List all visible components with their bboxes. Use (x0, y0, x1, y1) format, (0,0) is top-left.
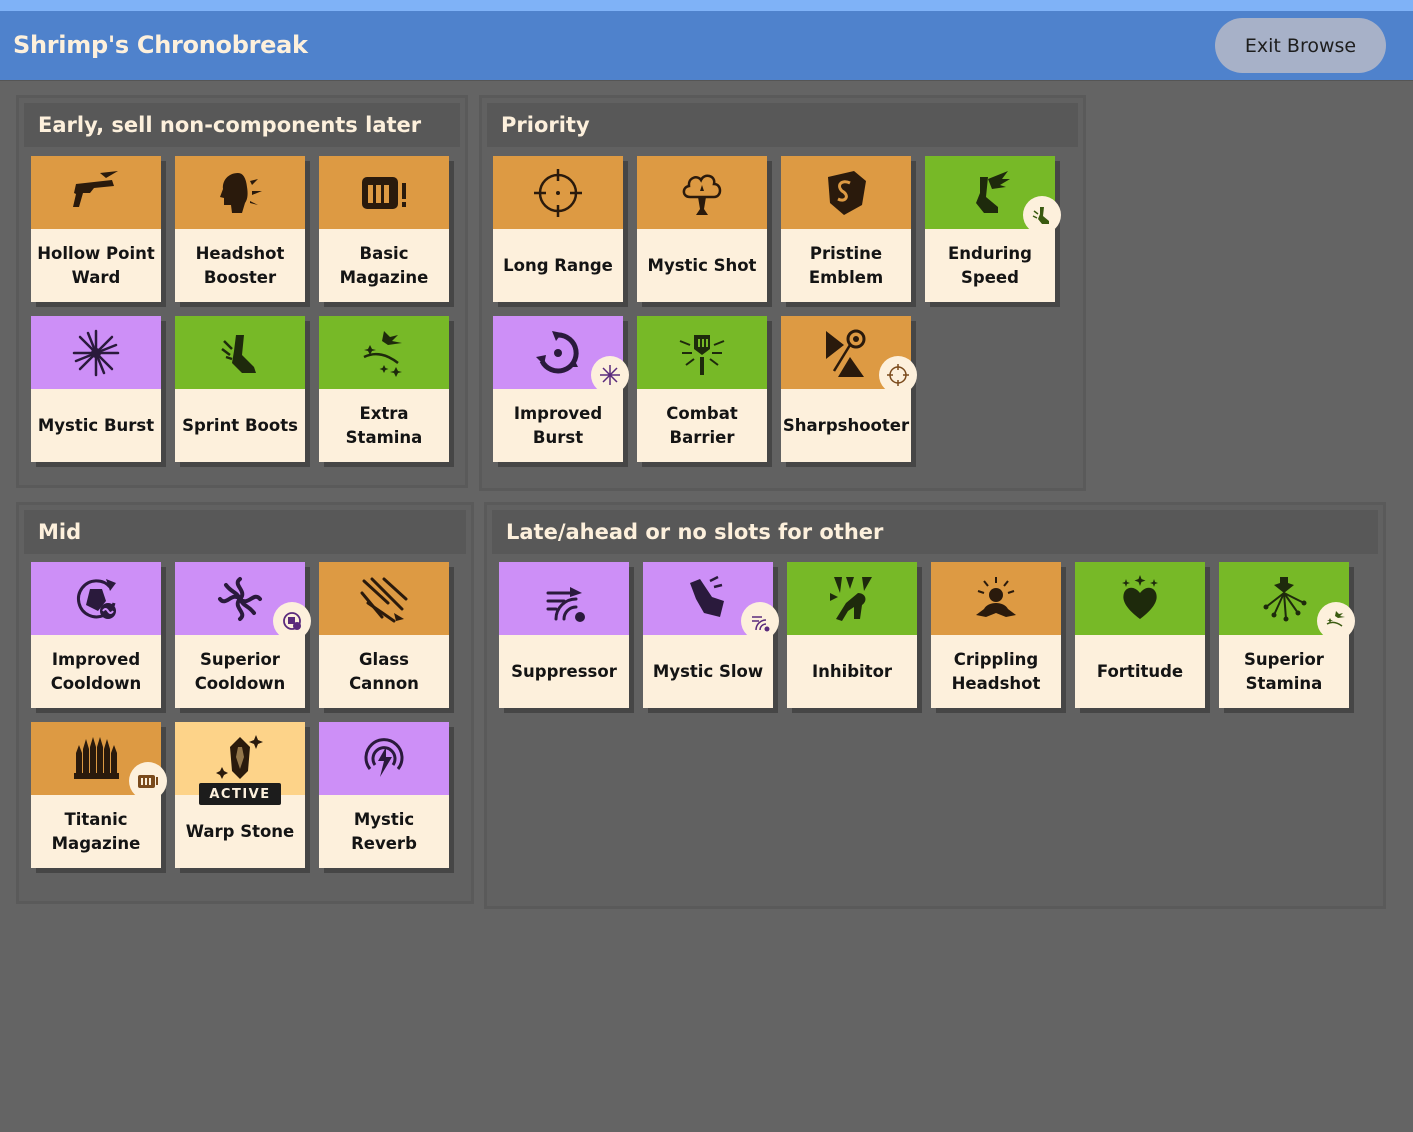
group-title-late: Late/ahead or no slots for other (492, 510, 1378, 554)
mystic-cloud-icon (682, 174, 722, 215)
boot-icon (221, 334, 256, 373)
item-name: Headshot Booster (195, 243, 285, 287)
item-card-mystic-slow[interactable]: Mystic Slow (643, 562, 779, 708)
item-name: Sprint Boots (182, 415, 298, 435)
cooldown-icon (283, 612, 301, 630)
boot-icon (1032, 207, 1049, 224)
item-card-hollow-point-ward[interactable]: Hollow Point Ward (31, 156, 161, 302)
magazine-icon (362, 176, 406, 209)
app-header: Shrimp's Chronobreak Exit Browse (0, 11, 1413, 80)
item-card-headshot-booster[interactable]: Headshot Booster (175, 156, 305, 302)
item-card-mystic-reverb[interactable]: Mystic Reverb (319, 722, 449, 868)
item-name: Hollow Point Ward (37, 243, 155, 287)
item-name: Improved Burst (513, 403, 603, 447)
exit-browse-button[interactable]: Exit Browse (1215, 18, 1386, 73)
reverb-icon (364, 737, 404, 777)
item-name: Long Range (503, 255, 613, 275)
item-card-inhibitor[interactable]: Inhibitor (787, 562, 917, 708)
item-card-combat-barrier[interactable]: Combat Barrier (637, 316, 767, 462)
shield-emblem-icon (828, 170, 866, 215)
item-name: Basic Magazine (339, 243, 429, 287)
item-card-basic-magazine[interactable]: Basic Magazine (319, 156, 449, 302)
slow-hand-icon (690, 575, 724, 617)
item-name: Warp Stone (185, 821, 295, 841)
pistol-icon (73, 170, 118, 207)
item-card-titanic-magazine[interactable]: Titanic Magazine (31, 722, 167, 868)
item-card-mystic-burst[interactable]: Mystic Burst (31, 316, 161, 462)
barrier-icon (679, 334, 725, 375)
superior-stamina-icon (1263, 576, 1307, 621)
item-name: Crippling Headshot (951, 649, 1041, 693)
item-card-improved-burst[interactable]: Improved Burst (493, 316, 629, 462)
vortex-icon (218, 576, 262, 621)
item-card-suppressor[interactable]: Suppressor (499, 562, 629, 708)
item-card-extra-stamina[interactable]: Extra Stamina (319, 316, 449, 462)
stamina-icon (1326, 611, 1345, 627)
item-name: Combat Barrier (666, 403, 738, 447)
item-card-glass-cannon[interactable]: Glass Cannon (319, 562, 449, 708)
crystal-icon (216, 734, 263, 779)
cooldown-icon (77, 578, 116, 619)
heart-icon (1122, 574, 1158, 619)
head-burst-icon (220, 172, 262, 213)
stamina-icon (363, 330, 402, 377)
item-name: Extra Stamina (345, 403, 423, 447)
item-card-fortitude[interactable]: Fortitude (1075, 562, 1205, 708)
item-name: Fortitude (1096, 661, 1184, 681)
item-name: Mystic Shot (647, 255, 757, 275)
item-card-superior-stamina[interactable]: Superior Stamina (1219, 562, 1355, 708)
burst-star-icon (600, 365, 620, 385)
page-title: Shrimp's Chronobreak (13, 31, 308, 59)
item-name: Superior Stamina (1244, 649, 1324, 693)
swirl-burst-icon (536, 330, 579, 373)
item-name: Improved Cooldown (50, 649, 142, 693)
item-card-crippling-headshot[interactable]: Crippling Headshot (931, 562, 1061, 708)
item-card-mystic-shot[interactable]: Mystic Shot (637, 156, 767, 302)
crosshair-icon (887, 364, 909, 386)
item-name: Mystic Burst (37, 415, 155, 435)
magazine-icon (138, 775, 158, 788)
item-name: Superior Cooldown (194, 649, 286, 693)
item-card-enduring-speed[interactable]: Enduring Speed (925, 156, 1061, 302)
crosshair-icon (534, 168, 582, 217)
sharpshooter-icon (826, 329, 866, 377)
group-title-early: Early, sell non-components later (24, 103, 460, 147)
item-name: Titanic Magazine (51, 809, 141, 853)
item-name: Pristine Emblem (808, 243, 884, 287)
item-card-sprint-boots[interactable]: Sprint Boots (175, 316, 305, 462)
burst-star-icon (72, 329, 120, 376)
group-title-mid: Mid (24, 510, 466, 554)
winged-boot-icon (976, 170, 1010, 213)
glass-shards-icon (360, 577, 408, 622)
item-name: Inhibitor (811, 661, 893, 681)
item-card-pristine-emblem[interactable]: Pristine Emblem (781, 156, 911, 302)
item-card-long-range[interactable]: Long Range (493, 156, 623, 302)
item-name: Glass Cannon (349, 649, 419, 693)
inhibitor-icon (830, 576, 872, 621)
item-card-superior-cooldown[interactable]: Superior Cooldown (175, 562, 311, 708)
item-card-improved-cooldown[interactable]: Improved Cooldown (31, 562, 161, 708)
bullets-icon (74, 736, 119, 779)
item-card-sharpshooter[interactable]: Sharpshooter (781, 316, 917, 462)
crippling-icon (976, 576, 1016, 617)
item-name: Mystic Slow (652, 661, 764, 681)
item-name: Suppressor (511, 661, 617, 681)
item-name: Sharpshooter (782, 415, 910, 435)
suppressor-icon (546, 586, 585, 622)
item-name: Enduring Speed (948, 243, 1032, 287)
group-title-priority: Priority (487, 103, 1078, 147)
top-accent-strip (0, 0, 1413, 11)
item-name: Mystic Reverb (351, 809, 417, 853)
suppressor-icon (752, 616, 770, 632)
item-card-warp-stone[interactable]: ACTIVE Warp Stone (175, 722, 305, 868)
